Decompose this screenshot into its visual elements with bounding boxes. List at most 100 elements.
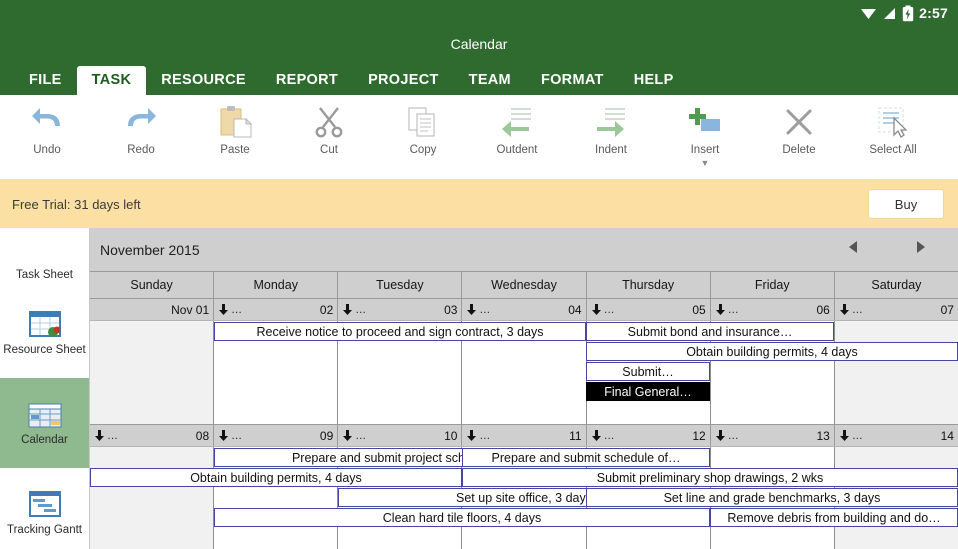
ribbon-button-outdent[interactable]: Outdent: [470, 95, 564, 156]
day-cell-header[interactable]: … 13: [711, 425, 835, 446]
overflow-indicator[interactable]: …: [217, 429, 243, 442]
ribbon-button-label: Insert: [690, 144, 720, 156]
down-arrow-icon: [715, 430, 725, 441]
free-trial-banner: Free Trial: 31 days left Buy: [0, 180, 958, 228]
ellipsis-label: …: [107, 429, 119, 442]
ellipsis-label: …: [355, 429, 367, 442]
overflow-indicator[interactable]: …: [714, 303, 740, 316]
ribbon-button-label: Cut: [320, 144, 338, 156]
select-all-cursor-icon: [876, 102, 910, 142]
ribbon-tab-team[interactable]: TEAM: [454, 66, 526, 96]
task-bar[interactable]: Receive notice to proceed and sign contr…: [214, 322, 586, 341]
month-navigation: [846, 239, 928, 260]
android-status-bar: 2:57: [0, 0, 958, 26]
day-cell-header[interactable]: … 07: [835, 299, 958, 320]
ribbon-tab-report[interactable]: REPORT: [261, 66, 353, 96]
ribbon-button-label: Undo: [33, 144, 61, 156]
day-number-row: … 08 … 09 … 10 … 11 … 12 … 13 … 14: [90, 425, 958, 447]
day-column[interactable]: [834, 321, 958, 424]
day-cell-header[interactable]: … 10: [338, 425, 463, 446]
ribbon-button-label: Indent: [595, 144, 627, 156]
task-bar[interactable]: Obtain building permits, 4 days: [90, 468, 462, 487]
day-column[interactable]: [90, 447, 215, 549]
calendar-week-row: … 08 … 09 … 10 … 11 … 12 … 13 … 14 Prepare and submit …: [90, 425, 958, 549]
arrow-left-outdent-icon: [499, 102, 535, 142]
ribbon-tab-help[interactable]: HELP: [619, 66, 689, 96]
overflow-indicator[interactable]: …: [341, 429, 367, 442]
ribbon-button-copy[interactable]: Copy: [376, 95, 470, 156]
task-bar[interactable]: Prepare and submit schedule of…: [462, 448, 710, 467]
ribbon-button-undo[interactable]: Undo: [0, 95, 94, 156]
next-month-arrow-icon[interactable]: [912, 239, 928, 260]
ellipsis-label: …: [727, 429, 740, 442]
ribbon-button-redo[interactable]: Redo: [94, 95, 188, 156]
overflow-indicator[interactable]: …: [465, 429, 491, 442]
day-cell-header[interactable]: … 09: [214, 425, 339, 446]
day-cell-header[interactable]: … 02: [214, 299, 339, 320]
day-cell-header[interactable]: Nov 01: [90, 299, 215, 320]
day-number: 09: [319, 428, 334, 443]
previous-month-arrow-icon[interactable]: [846, 239, 862, 260]
ribbon-button-delete[interactable]: Delete: [752, 95, 846, 156]
sidebar-item-task-sheet[interactable]: Task Sheet: [0, 228, 89, 288]
ribbon-tab-project[interactable]: PROJECT: [353, 66, 454, 96]
buy-button[interactable]: Buy: [868, 189, 944, 219]
sidebar-item-calendar[interactable]: Calendar: [0, 378, 89, 468]
task-bar[interactable]: Submit…: [586, 362, 710, 381]
overflow-indicator[interactable]: …: [341, 303, 367, 316]
day-cell-header[interactable]: … 04: [462, 299, 587, 320]
scissors-icon: [312, 102, 346, 142]
overflow-indicator[interactable]: …: [714, 429, 740, 442]
battery-icon: [902, 5, 914, 22]
ribbon-button-indent[interactable]: Indent: [564, 95, 658, 156]
sidebar-item-resource-sheet[interactable]: Resource Sheet: [0, 288, 89, 378]
task-bar[interactable]: Clean hard tile floors, 4 days: [214, 508, 710, 527]
undo-arrow-icon: [29, 102, 65, 142]
day-number: 05: [692, 302, 706, 317]
task-bar[interactable]: Remove debris from building and do…: [710, 508, 958, 527]
task-bar[interactable]: Submit bond and insurance…: [586, 322, 834, 341]
ribbon-tab-file[interactable]: FILE: [14, 66, 77, 96]
sidebar-item-tracking-gantt[interactable]: Tracking Gantt: [0, 468, 89, 549]
overflow-indicator[interactable]: …: [838, 303, 864, 316]
trial-status-text: Free Trial: 31 days left: [12, 196, 141, 212]
overflow-indicator[interactable]: …: [590, 429, 616, 442]
overflow-indicator[interactable]: …: [93, 429, 119, 442]
task-bar[interactable]: Submit preliminary shop drawings, 2 wks: [462, 468, 958, 487]
day-column[interactable]: [90, 321, 215, 424]
day-number-row: Nov 01 … 02 … 03 … 04 … 05 … 06 … 07: [90, 299, 958, 321]
task-bar[interactable]: Obtain building permits, 4 days: [586, 342, 958, 361]
day-cell-header[interactable]: … 03: [338, 299, 463, 320]
day-cell-header[interactable]: … 12: [587, 425, 711, 446]
day-cell-header[interactable]: … 08: [90, 425, 215, 446]
task-bar[interactable]: Set line and grade benchmarks, 3 days: [586, 488, 958, 507]
day-number: 12: [692, 428, 706, 443]
ribbon-button-paste[interactable]: Paste: [188, 95, 282, 156]
resource-sheet-icon: [28, 310, 62, 338]
ellipsis-label: …: [851, 429, 864, 442]
ribbon-tab-format[interactable]: FORMAT: [526, 66, 619, 96]
day-cell-header[interactable]: … 11: [462, 425, 587, 446]
day-cell-header[interactable]: … 05: [587, 299, 711, 320]
copy-pages-icon: [406, 102, 440, 142]
insert-plus-icon: [688, 102, 722, 142]
day-cell-header[interactable]: … 14: [835, 425, 958, 446]
insert-dropdown-caret-icon[interactable]: ▼: [701, 159, 710, 168]
ribbon-tab-task[interactable]: TASK: [76, 65, 147, 95]
day-cell-header[interactable]: … 06: [711, 299, 835, 320]
day-number: 13: [816, 428, 830, 443]
day-header-thursday: Thursday: [587, 272, 711, 298]
ribbon-button-label: Redo: [127, 144, 155, 156]
ribbon-button-select-all[interactable]: Select All: [846, 95, 940, 156]
ribbon-button-insert[interactable]: Insert ▼: [658, 95, 752, 168]
down-arrow-icon: [467, 430, 477, 441]
ribbon-button-cut[interactable]: Cut: [282, 95, 376, 156]
day-number: Nov 01: [171, 302, 210, 317]
ribbon-tab-resource[interactable]: RESOURCE: [146, 66, 261, 96]
overflow-indicator[interactable]: …: [838, 429, 864, 442]
overflow-indicator[interactable]: …: [590, 303, 616, 316]
overflow-indicator[interactable]: …: [465, 303, 491, 316]
task-bar[interactable]: Final General…: [586, 382, 710, 401]
overflow-indicator[interactable]: …: [217, 303, 243, 316]
day-number: 07: [940, 302, 954, 317]
